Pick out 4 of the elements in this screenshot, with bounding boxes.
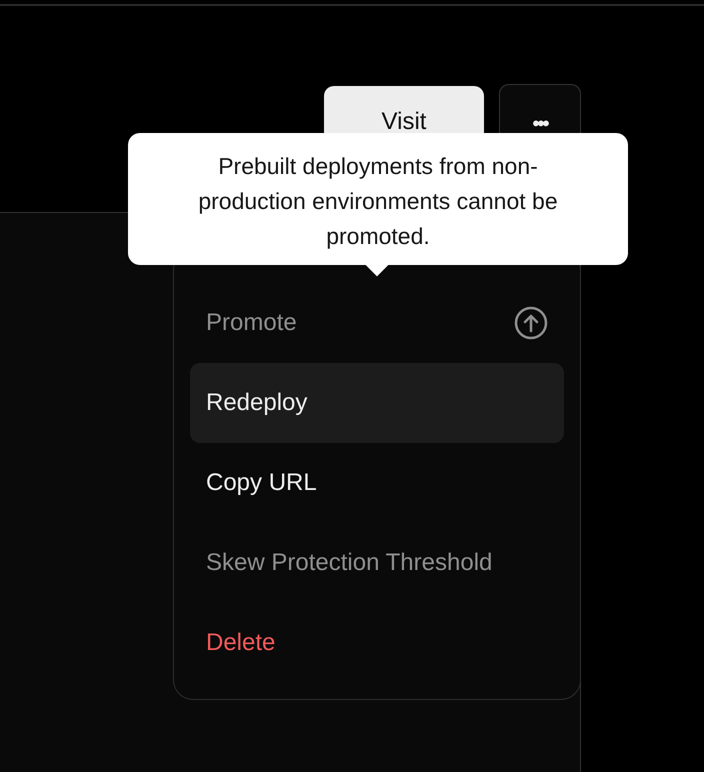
menu-item[interactable]: Copy URL — [190, 443, 564, 523]
menu-item[interactable]: Redeploy — [190, 363, 564, 443]
arrow-up-circle-icon — [514, 306, 548, 340]
menu-item[interactable]: Delete — [190, 603, 564, 683]
